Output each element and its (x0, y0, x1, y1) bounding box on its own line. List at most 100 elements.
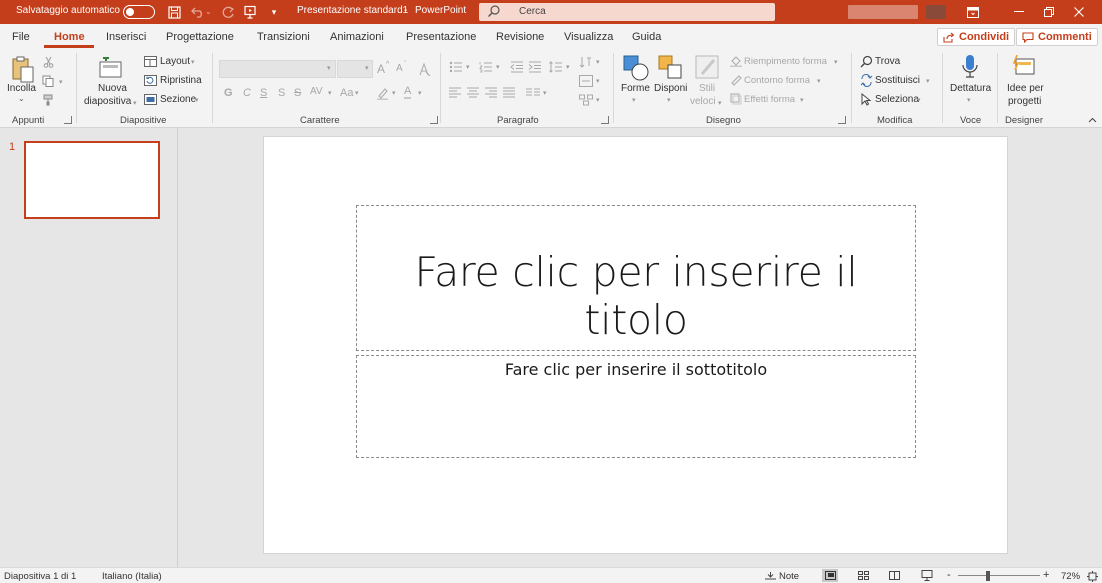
new-slide-label-2[interactable]: diapositiva (84, 96, 131, 107)
fit-to-window-icon[interactable] (1087, 571, 1098, 582)
highlight-dropdown-icon[interactable]: ▾ (392, 89, 396, 97)
quick-styles-label-2[interactable]: veloci (690, 96, 716, 107)
smartart-dropdown-icon[interactable]: ▾ (596, 96, 600, 104)
design-ideas-label-2[interactable]: progetti (1008, 96, 1041, 107)
tab-transitions[interactable]: Transizioni (257, 31, 310, 43)
columns-dropdown-icon[interactable]: ▾ (543, 89, 547, 97)
quick-styles-label-1[interactable]: Stili (699, 83, 715, 94)
section-dropdown-icon[interactable]: ▾ (195, 96, 199, 104)
shape-effects-icon[interactable] (730, 93, 742, 105)
justify-icon[interactable] (503, 87, 515, 98)
tab-insert[interactable]: Inserisci (106, 31, 146, 43)
avatar[interactable] (926, 5, 946, 19)
line-spacing-icon[interactable] (549, 61, 563, 73)
new-slide-icon[interactable] (98, 57, 124, 79)
decrease-font-icon[interactable]: A (396, 63, 403, 74)
change-case-dropdown-icon[interactable]: ▾ (355, 89, 359, 97)
paste-dropdown-icon[interactable]: ⌄ (18, 94, 25, 103)
text-direction-icon[interactable] (579, 56, 593, 68)
paragraph-launcher-icon[interactable] (601, 116, 609, 124)
shapes-label[interactable]: Forme (621, 83, 650, 94)
copy-icon[interactable] (41, 74, 55, 88)
shape-fill-icon[interactable] (730, 55, 742, 67)
char-spacing-dropdown-icon[interactable]: ▾ (328, 89, 332, 97)
zoom-level[interactable]: 72% (1061, 571, 1080, 582)
tab-file[interactable]: File (12, 31, 30, 43)
tab-slideshow[interactable]: Presentazione (406, 31, 476, 43)
new-slide-dropdown-icon[interactable]: ▾ (133, 99, 137, 107)
tab-view[interactable]: Visualizza (564, 31, 613, 43)
increase-font-icon[interactable]: A (377, 62, 385, 76)
slide-thumbnail[interactable] (24, 141, 160, 219)
font-name-dropdown-icon[interactable]: ▾ (327, 64, 331, 72)
slideshow-view-icon[interactable] (919, 569, 935, 582)
microphone-icon[interactable] (961, 54, 979, 80)
find-label[interactable]: Trova (875, 56, 900, 67)
design-ideas-icon[interactable] (1011, 54, 1037, 80)
shadow-button[interactable]: S (278, 87, 285, 99)
drawing-launcher-icon[interactable] (838, 116, 846, 124)
font-launcher-icon[interactable] (430, 116, 438, 124)
shapes-icon[interactable] (622, 54, 650, 82)
subtitle-placeholder[interactable]: Fare clic per inserire il sottotitolo (356, 355, 916, 458)
tab-home[interactable]: Home (54, 31, 85, 43)
ribbon-display-icon[interactable] (950, 0, 996, 24)
align-text-icon[interactable] (579, 75, 593, 87)
paste-label[interactable]: Incolla (7, 83, 36, 94)
zoom-in-button[interactable]: + (1043, 569, 1049, 581)
layout-label[interactable]: Layout (160, 56, 190, 67)
zoom-out-button[interactable]: - (947, 569, 951, 581)
reset-label[interactable]: Ripristina (160, 75, 202, 86)
normal-view-icon[interactable] (822, 569, 838, 582)
select-icon[interactable] (860, 93, 872, 106)
font-color-dropdown-icon[interactable]: ▾ (418, 89, 422, 97)
align-left-icon[interactable] (449, 87, 461, 98)
slide-sorter-view-icon[interactable] (855, 569, 871, 582)
new-slide-label-1[interactable]: Nuova (98, 83, 127, 94)
title-placeholder[interactable]: Fare clic per inserire il titolo (356, 205, 916, 351)
shape-effects-dropdown-icon[interactable]: ▾ (800, 96, 804, 104)
select-label[interactable]: Seleziona (875, 94, 919, 105)
replace-icon[interactable] (860, 74, 873, 87)
bullets-icon[interactable] (449, 61, 463, 73)
undo-dropdown-icon[interactable]: ⌄ (205, 7, 212, 16)
section-icon[interactable] (144, 94, 157, 105)
align-center-icon[interactable] (467, 87, 479, 98)
shape-outline-dropdown-icon[interactable]: ▾ (817, 77, 821, 85)
tab-help[interactable]: Guida (632, 31, 661, 43)
align-right-icon[interactable] (485, 87, 497, 98)
format-painter-icon[interactable] (41, 93, 55, 107)
numbering-icon[interactable] (479, 61, 493, 73)
bold-button[interactable]: G (224, 87, 233, 99)
zoom-slider-handle[interactable] (986, 571, 991, 581)
layout-dropdown-icon[interactable]: ▾ (191, 58, 195, 66)
italic-button[interactable]: C (243, 87, 251, 99)
strikethrough-button[interactable]: S (294, 87, 301, 99)
tab-review[interactable]: Revisione (496, 31, 544, 43)
search-box[interactable]: Cerca (479, 3, 775, 21)
text-direction-dropdown-icon[interactable]: ▾ (596, 58, 600, 66)
columns-icon[interactable] (526, 87, 540, 98)
design-ideas-label-1[interactable]: Idee per (1007, 83, 1044, 94)
notes-button[interactable]: Note (779, 571, 799, 582)
font-color-icon[interactable]: A (404, 86, 412, 99)
select-dropdown-icon[interactable]: ▾ (917, 96, 921, 104)
collapse-ribbon-icon[interactable] (1088, 117, 1097, 123)
font-size-dropdown-icon[interactable]: ▾ (365, 64, 369, 72)
arrange-label[interactable]: Disponi (654, 83, 687, 94)
dictate-dropdown-icon[interactable]: ▾ (967, 96, 971, 104)
zoom-slider[interactable] (958, 575, 1040, 576)
numbering-dropdown-icon[interactable]: ▾ (496, 63, 500, 71)
slide[interactable]: Fare clic per inserire il titolo Fare cl… (263, 136, 1008, 554)
quick-styles-icon[interactable] (694, 54, 722, 82)
share-button[interactable]: Condividi (937, 28, 1016, 46)
save-icon[interactable] (165, 3, 183, 21)
tab-design[interactable]: Progettazione (166, 31, 234, 43)
cut-icon[interactable] (41, 55, 55, 69)
font-name-combo[interactable] (219, 60, 336, 78)
underline-button[interactable]: S (260, 87, 267, 99)
autosave-toggle[interactable] (123, 5, 155, 19)
tab-animations[interactable]: Animazioni (330, 31, 384, 43)
replace-label[interactable]: Sostituisci (875, 75, 920, 86)
paste-icon[interactable] (10, 55, 36, 85)
